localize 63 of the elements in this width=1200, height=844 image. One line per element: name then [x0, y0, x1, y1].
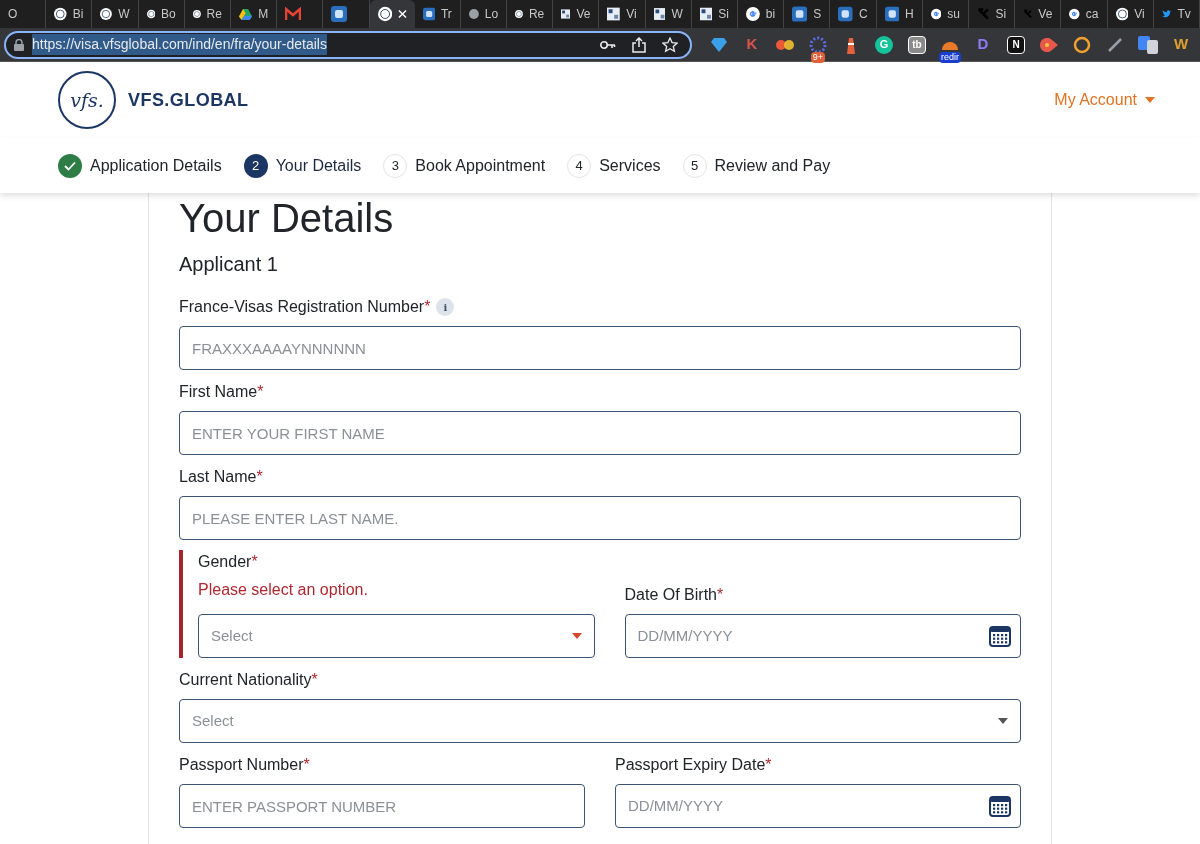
- extension-badge: redir: [939, 51, 961, 63]
- tile-favicon-icon: [884, 6, 900, 22]
- tile-favicon-icon: [331, 6, 348, 22]
- info-icon[interactable]: i: [436, 298, 455, 316]
- key-icon[interactable]: [600, 39, 616, 50]
- extension-icon[interactable]: N: [1007, 35, 1025, 54]
- applicant-heading: Applicant 1: [179, 252, 279, 277]
- extension-icon[interactable]: D: [977, 33, 989, 56]
- step-label: Services: [599, 155, 661, 176]
- text-field[interactable]: ENTER YOUR FIRST NAME: [179, 411, 1021, 455]
- lock-icon: [14, 38, 24, 51]
- text-field[interactable]: FRAXXXAAAAYNNNNNN: [179, 326, 1021, 370]
- step-label: Review and Pay: [714, 155, 831, 176]
- play-icon[interactable]: [1040, 37, 1058, 52]
- calendar-icon[interactable]: [988, 624, 1012, 648]
- star-icon[interactable]: [662, 36, 678, 53]
- field-label: Date Of Birth*: [624, 585, 724, 605]
- caret-icon: [998, 718, 1008, 724]
- grid-favicon-icon: [607, 6, 621, 22]
- error-message: Please select an option.: [198, 580, 369, 600]
- logo: vfs.: [58, 71, 116, 129]
- extension-badge: 9+: [810, 51, 826, 63]
- round-favicon-icon: [468, 6, 479, 22]
- caret-icon: [571, 633, 582, 639]
- extension-icon[interactable]: W: [1173, 33, 1189, 56]
- grid-favicon-icon: [653, 6, 666, 22]
- tile-favicon-icon: [422, 6, 435, 22]
- glasses-icon[interactable]: [775, 38, 795, 51]
- pen-icon[interactable]: [1107, 36, 1123, 53]
- close-icon[interactable]: [397, 9, 407, 19]
- url-text: https://visa.vfsglobal.com/ind/en/fra/your-details: [32, 34, 327, 55]
- field-label: Passport Number*: [179, 755, 310, 775]
- burst-icon[interactable]: [809, 35, 827, 54]
- tile-favicon-icon: [792, 6, 808, 22]
- tile-favicon-icon: [838, 6, 853, 22]
- brand-name: VFS.GLOBAL: [128, 88, 249, 112]
- field-label: Gender*: [198, 552, 258, 572]
- step-number: 2: [243, 153, 268, 178]
- caret-icon: [1145, 97, 1155, 103]
- step-number: 5: [682, 153, 707, 178]
- browser-tab[interactable]: [369, 0, 415, 28]
- step-number: 3: [383, 153, 408, 178]
- text-field[interactable]: PLEASE ENTER LAST NAME.: [179, 496, 1021, 540]
- gem-icon[interactable]: [711, 37, 727, 52]
- step-label: Application Details: [90, 155, 222, 176]
- text-field[interactable]: ENTER PASSPORT NUMBER: [179, 784, 585, 828]
- mail-favicon-icon: [285, 7, 302, 21]
- field-label: France-Visas Registration Number*: [179, 297, 431, 317]
- share-icon[interactable]: [632, 36, 646, 53]
- ring-icon[interactable]: [1073, 35, 1091, 54]
- calendar-icon[interactable]: [988, 794, 1012, 818]
- field-label: First Name*: [179, 382, 264, 402]
- step-label: Book Appointment: [415, 155, 546, 176]
- step-label: Your Details: [275, 155, 362, 176]
- field-label: Last Name*: [179, 467, 263, 487]
- grid-favicon-icon: [561, 6, 571, 22]
- step-number: 4: [567, 153, 592, 178]
- address-bar[interactable]: https://visa.vfsglobal.com/ind/en/fra/your-details: [4, 30, 692, 59]
- page-heading: Your Details: [179, 195, 395, 241]
- translate-icon[interactable]: [1138, 35, 1158, 54]
- grid-favicon-icon: [699, 6, 713, 22]
- field-label: Current Nationality*: [179, 670, 318, 690]
- field-label: Passport Expiry Date*: [615, 755, 772, 775]
